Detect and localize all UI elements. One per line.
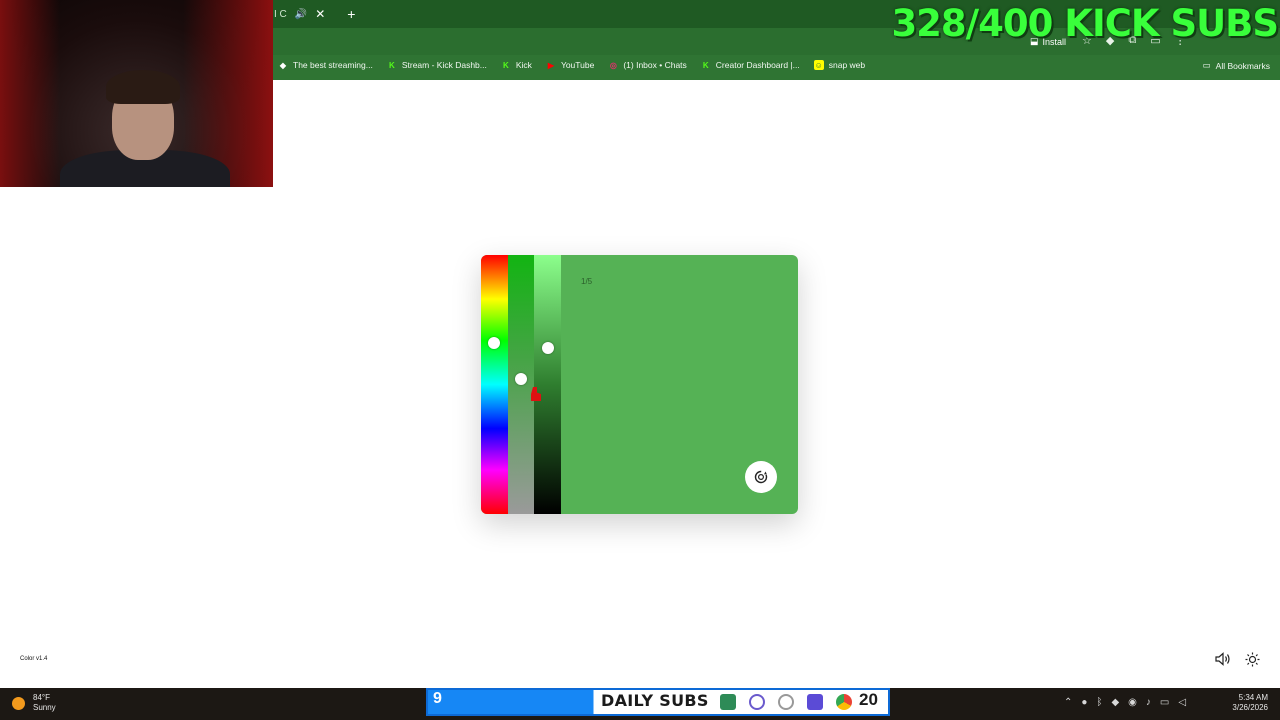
subs-goal-overlay: 328/400 KICK SUBS (891, 2, 1279, 45)
taskbar-apps (720, 694, 852, 710)
chrome-icon[interactable] (836, 694, 852, 710)
speaker-icon[interactable]: 🔊 (295, 9, 307, 20)
close-tab-icon[interactable]: ✕ (315, 7, 325, 21)
store-icon[interactable] (720, 694, 736, 710)
tab-fragment[interactable]: I C 🔊 ✕ + (274, 6, 355, 22)
hue-slider[interactable] (481, 255, 508, 514)
bookmark-label: YouTube (560, 60, 595, 70)
bookmark-2[interactable]: K Kick (501, 60, 532, 70)
kick-icon: K (502, 60, 509, 70)
bluetooth-icon[interactable]: ᛒ (1096, 697, 1102, 708)
clock[interactable]: 5:34 AM 3/26/2026 (1232, 693, 1268, 713)
weather-condition: Sunny (33, 703, 56, 712)
bookmark-6[interactable]: ☺ snap web (813, 60, 866, 70)
saturation-slider-handle[interactable] (515, 373, 527, 385)
bookmark-label: Kick (515, 60, 532, 70)
bookmark-label: snap web (828, 60, 866, 70)
tab-title: I C (274, 8, 287, 20)
webcam-person-hair (106, 70, 180, 104)
kick-icon: K (702, 60, 709, 70)
hue-slider-handle[interactable] (488, 337, 500, 349)
lightness-slider[interactable] (534, 255, 561, 514)
bookmark-label: Creator Dashboard |... (715, 60, 800, 70)
time: 5:34 AM (1238, 693, 1268, 702)
volume-icon[interactable] (1215, 652, 1231, 666)
bookmark-label: Stream - Kick Dashb... (401, 60, 487, 70)
tray-app-icon[interactable]: ● (1081, 697, 1087, 708)
snapchat-icon: ☺ (813, 60, 824, 70)
grid-app-icon[interactable] (807, 694, 823, 710)
sun-icon (12, 696, 25, 710)
bookmark-5[interactable]: K Creator Dashboard |... (701, 60, 800, 70)
display-icon[interactable]: ▭ (1160, 697, 1169, 708)
kick-like-diamond-icon: ◆ (279, 60, 287, 70)
weather-text: 84°F Sunny (33, 693, 56, 713)
tray-app-icon[interactable]: ◉ (1128, 697, 1137, 708)
new-tab-button[interactable]: + (347, 6, 355, 22)
system-tray: ⌃ ● ᛒ ◆ ◉ ♪ ▭ ◁ (1064, 697, 1186, 708)
footer-controls (1215, 652, 1260, 667)
temperature: 84°F (33, 693, 50, 702)
bookmark-4[interactable]: ◎ (1) Inbox • Chats (608, 60, 687, 70)
brightness-icon[interactable] (1245, 652, 1260, 667)
color-card: 1/5 (481, 255, 798, 514)
screen: I C 🔊 ✕ + ⬓ Install ☆ ◆ ⧉ ▭ ⋮ ◆ The best… (0, 0, 1280, 720)
kick-icon: K (388, 60, 395, 70)
chevron-up-icon[interactable]: ⌃ (1064, 697, 1072, 708)
daily-subs-count: 9 (433, 690, 442, 707)
bookmark-list: ◆ The best streaming... K Stream - Kick … (278, 60, 879, 70)
webcam-light-left (0, 0, 60, 187)
tray-app-icon[interactable]: ◆ (1111, 697, 1119, 708)
bookmark-label: The best streaming... (293, 60, 373, 70)
color-counter: 1/5 (581, 277, 593, 286)
bookmark-1[interactable]: K Stream - Kick Dashb... (387, 60, 487, 70)
weather-widget[interactable]: 84°F Sunny (12, 693, 56, 713)
webcam-overlay (0, 0, 273, 187)
app-circle-icon[interactable] (749, 694, 765, 710)
folder-icon: ▭ (1202, 60, 1211, 70)
date: 3/26/2026 (1232, 703, 1268, 712)
youtube-icon: ▶ (547, 60, 555, 70)
bookmark-0[interactable]: ◆ The best streaming... (278, 60, 373, 70)
microphone-icon[interactable]: ♪ (1146, 697, 1151, 708)
refresh-button[interactable] (745, 461, 777, 493)
app-version: Color v1.4 (20, 656, 48, 662)
app-ring-icon[interactable] (778, 694, 794, 710)
volume-icon[interactable]: ◁ (1178, 697, 1186, 708)
lightness-slider-handle[interactable] (542, 342, 554, 354)
daily-subs-label: DAILY SUBS (601, 691, 709, 710)
bookmark-label: (1) Inbox • Chats (623, 60, 687, 70)
all-bookmarks[interactable]: ▭ All Bookmarks (1203, 60, 1270, 71)
all-bookmarks-label: All Bookmarks (1215, 60, 1270, 71)
bookmark-3[interactable]: ▶ YouTube (546, 60, 594, 70)
daily-subs-goal: 20 (859, 690, 878, 709)
instagram-icon: ◎ (609, 60, 617, 70)
refresh-icon (754, 470, 768, 484)
